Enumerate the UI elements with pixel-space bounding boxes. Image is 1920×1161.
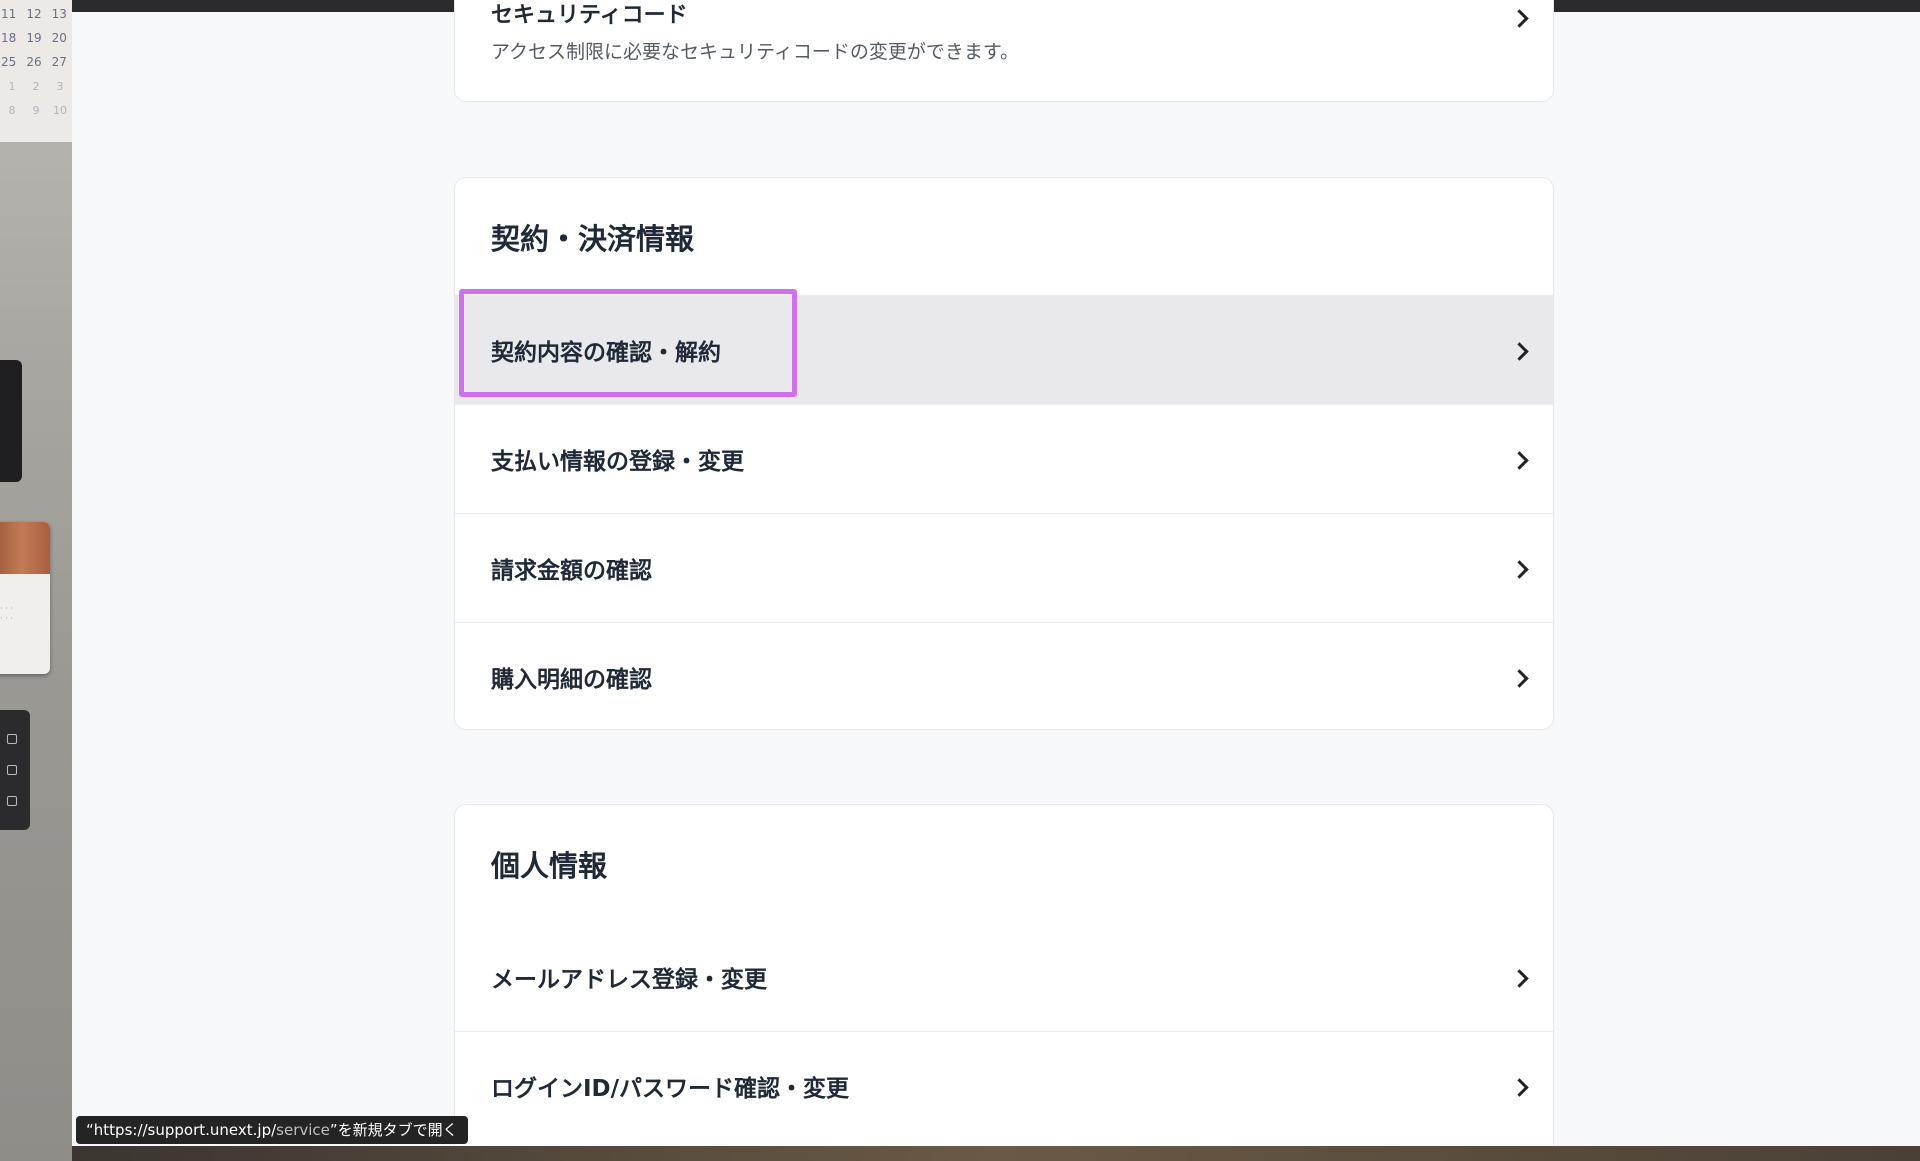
status-url-host: https://support.unext.jp/ [93,1121,277,1139]
security-code-title: セキュリティコード [491,3,688,28]
calendar-day: 19 [26,31,42,45]
personal-info-section: 個人情報 メールアドレス登録・変更 ログインID/パスワード確認・変更 [454,804,1554,1161]
menu-item-label: 購入明細の確認 [491,667,652,693]
calendar-row: 11 12 13 [0,2,72,26]
menu-item-label: 支払い情報の登録・変更 [491,449,744,475]
section-heading: 個人情報 [491,849,608,883]
chevron-right-icon [1513,1079,1527,1093]
menu-item-label: ログインID/パスワード確認・変更 [491,1076,850,1102]
calendar-day: 27 [51,55,67,69]
menu-item-billing-amount[interactable]: 請求金額の確認 [455,513,1553,622]
widget-square-icon [7,764,17,775]
chevron-right-icon [1513,343,1527,357]
calendar-row: 8 9 10 [0,98,72,122]
calendar-day: 13 [51,7,67,21]
widget-square-icon [7,795,17,806]
calendar-day: 8 [8,103,16,117]
menu-item-login-password[interactable]: ログインID/パスワード確認・変更 [455,1031,1553,1140]
chevron-right-icon [1513,670,1527,684]
menu-item-purchase-details[interactable]: 購入明細の確認 [455,622,1553,729]
calendar-row: 1 2 3 [0,74,72,98]
widget-square-icon [7,734,17,745]
calendar-day: 12 [26,7,42,21]
status-url-suffix: を新規タブで開く [337,1121,458,1139]
chevron-right-icon [1513,452,1527,466]
chevron-right-icon [1513,10,1527,24]
calendar-day: 9 [32,103,40,117]
calendar-day: 26 [26,55,42,69]
menu-item-label: 契約内容の確認・解約 [491,339,721,366]
menu-item-payment-info[interactable]: 支払い情報の登録・変更 [455,404,1553,513]
desktop-background: 11 12 13 18 19 20 25 26 27 1 2 3 8 9 10 … [0,0,72,1161]
calendar-day: 3 [56,79,64,93]
browser-window: セキュリティコード アクセス制限に必要なセキュリティコードの変更ができます。 契… [72,0,1920,1161]
menu-item-label: メールアドレス登録・変更 [491,966,767,993]
chevron-right-icon [1513,970,1527,984]
link-status-tooltip: “https://support.unext.jp/service”を新規タブで… [76,1116,468,1144]
photo-thumbnail [0,522,50,574]
desktop-widget-dark [0,360,22,482]
calendar-day: 10 [53,103,67,117]
menu-item-label: 請求金額の確認 [491,558,652,584]
desk-background-strip [72,1146,1920,1161]
calendar-row: 18 19 20 [0,26,72,50]
security-code-description: アクセス制限に必要なセキュリティコードの変更ができます。 [491,41,1020,63]
calendar-day: 25 [1,55,17,69]
security-code-card[interactable]: セキュリティコード アクセス制限に必要なセキュリティコードの変更ができます。 [454,0,1554,102]
widget-decoration: · · · · · · [0,604,13,623]
calendar-day: 18 [1,31,17,45]
calendar-row: 25 26 27 [0,50,72,74]
calendar-day: 1 [8,79,16,93]
status-url-path: service [276,1121,330,1139]
calendar-day: 2 [32,79,40,93]
contract-payment-section: 契約・決済情報 契約内容の確認・解約 支払い情報の登録・変更 請求金額の確認 購… [454,177,1554,730]
desktop-widget-photo: · · · · · · [0,522,50,674]
calendar-day: 11 [1,7,17,21]
menu-item-contract-cancel[interactable]: 契約内容の確認・解約 [455,295,1553,404]
calendar-widget: 11 12 13 18 19 20 25 26 27 1 2 3 8 9 10 [0,0,72,142]
desktop-widget-controls [0,710,30,830]
section-heading: 契約・決済情報 [491,222,695,256]
calendar-day: 20 [51,31,67,45]
chevron-right-icon [1513,561,1527,575]
menu-item-email[interactable]: メールアドレス登録・変更 [455,922,1553,1031]
